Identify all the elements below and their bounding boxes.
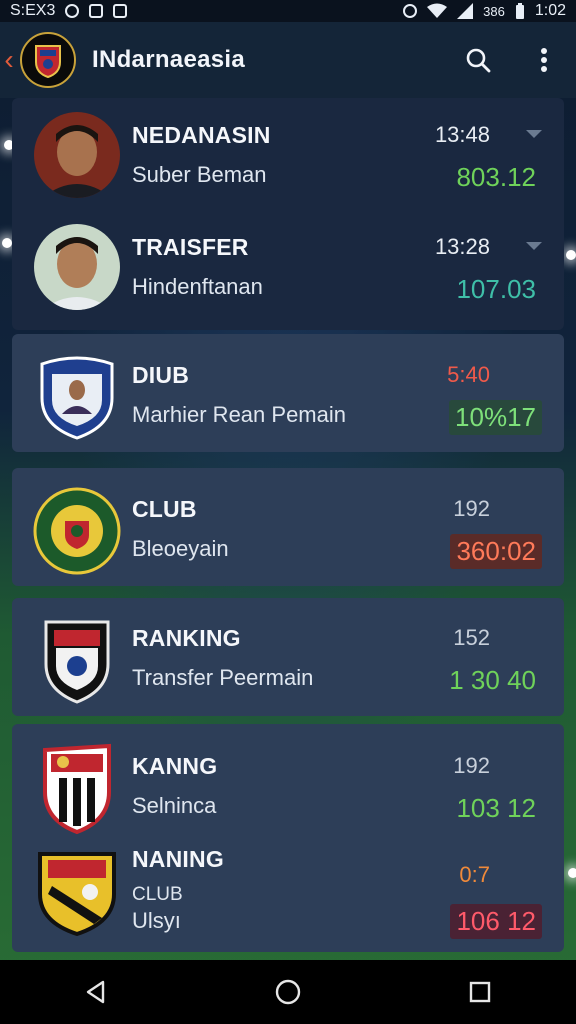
row-subtitle: Suber Beman <box>132 162 267 187</box>
square-recents-icon <box>469 981 491 1003</box>
row-title: KANNG <box>132 753 218 779</box>
row-time: 192 <box>453 496 490 521</box>
row-time: 0:7 <box>459 862 490 887</box>
row-value: 803.12 <box>456 162 536 192</box>
row-value: 1 30 40 <box>449 665 536 695</box>
search-icon <box>466 48 491 73</box>
row-time: 13:48 <box>434 122 490 147</box>
list-item[interactable]: CLUB Bleoeyain 192 360:02 <box>12 472 564 582</box>
row-value: 10%17 <box>449 400 542 435</box>
row-title: DIUB <box>132 362 190 388</box>
row-time: 152 <box>453 625 490 650</box>
row-title: NANING <box>132 846 224 872</box>
circle-home-icon <box>275 979 301 1005</box>
sim-icon <box>89 4 104 18</box>
status-carrier-text: S:EX3 <box>10 2 56 19</box>
club-shield-icon <box>32 615 122 705</box>
row-value: 360:02 <box>450 534 542 569</box>
signal-icon <box>457 3 474 19</box>
row-title: CLUB <box>132 496 197 522</box>
row-subtitle: Ulsyı <box>132 908 181 933</box>
triangle-back-icon <box>86 980 105 1004</box>
nav-home-button[interactable] <box>258 962 318 1022</box>
more-options-button[interactable] <box>522 38 566 82</box>
stadium-light <box>2 238 12 248</box>
row-subtitle: Hindenftanan <box>132 274 263 299</box>
club-round-badge-icon <box>32 486 122 576</box>
list-item[interactable]: KANNG Selninca 192 103 12 <box>12 729 564 839</box>
club-shield-icon <box>32 846 122 936</box>
location-icon <box>403 4 418 18</box>
row-title: NEDANASIN <box>132 122 271 148</box>
list-item[interactable]: TRAISFER Hindenftanan 13:28 107.03 <box>12 210 564 320</box>
chevron-down-icon[interactable] <box>526 242 542 250</box>
row-time: 13:28 <box>434 234 490 259</box>
wifi-icon <box>427 3 448 18</box>
nav-recents-button[interactable] <box>450 962 510 1022</box>
row-subtitle: Bleoeyain <box>132 536 229 561</box>
list-item[interactable]: DIUB Marhier Rean Pemain 5:40 10%17 <box>12 338 564 448</box>
chevron-down-icon[interactable] <box>526 130 542 138</box>
row-subtitle-secondary: CLUB <box>132 884 183 905</box>
player-avatar <box>34 224 120 310</box>
sync-icon <box>65 4 80 18</box>
row-value: 106 12 <box>450 904 542 939</box>
app-logo <box>20 32 76 88</box>
more-vert-icon <box>541 48 547 72</box>
list-item[interactable]: NANING CLUB Ulsyı 0:7 106 12 <box>12 838 564 948</box>
row-value: 107.03 <box>456 274 536 304</box>
message-icon <box>113 4 128 18</box>
club-shield-icon <box>32 743 122 834</box>
row-subtitle: Selninca <box>132 793 217 818</box>
app-title: INdarnaeasia <box>92 46 246 73</box>
row-subtitle: Marhier Rean Pemain <box>132 402 346 427</box>
row-subtitle: Transfer Peermain <box>132 665 314 690</box>
row-title: TRAISFER <box>132 234 249 260</box>
system-nav-bar <box>0 960 576 1024</box>
search-button[interactable] <box>456 38 500 82</box>
status-bar: S:EX3 386 1:02 <box>0 0 576 22</box>
list-item[interactable]: NEDANASIN Suber Beman 13:48 803.12 <box>12 98 564 208</box>
status-clock: 1:02 <box>534 2 566 19</box>
player-avatar <box>34 112 120 198</box>
app-bar: ‹ INdarnaeasia <box>0 22 576 98</box>
list-item[interactable]: RANKING Transfer Peermain 152 1 30 40 <box>12 601 564 711</box>
battery-icon <box>515 3 524 19</box>
stadium-light <box>566 250 576 260</box>
signal-text: 386 <box>483 3 505 19</box>
stadium-light <box>568 868 576 878</box>
nav-back-button[interactable] <box>66 962 126 1022</box>
club-shield-icon <box>32 352 122 442</box>
row-time: 192 <box>453 753 490 778</box>
back-icon[interactable]: ‹ <box>0 40 18 80</box>
row-value: 103 12 <box>456 793 536 823</box>
row-title: RANKING <box>132 625 241 651</box>
row-time: 5:40 <box>447 362 490 387</box>
